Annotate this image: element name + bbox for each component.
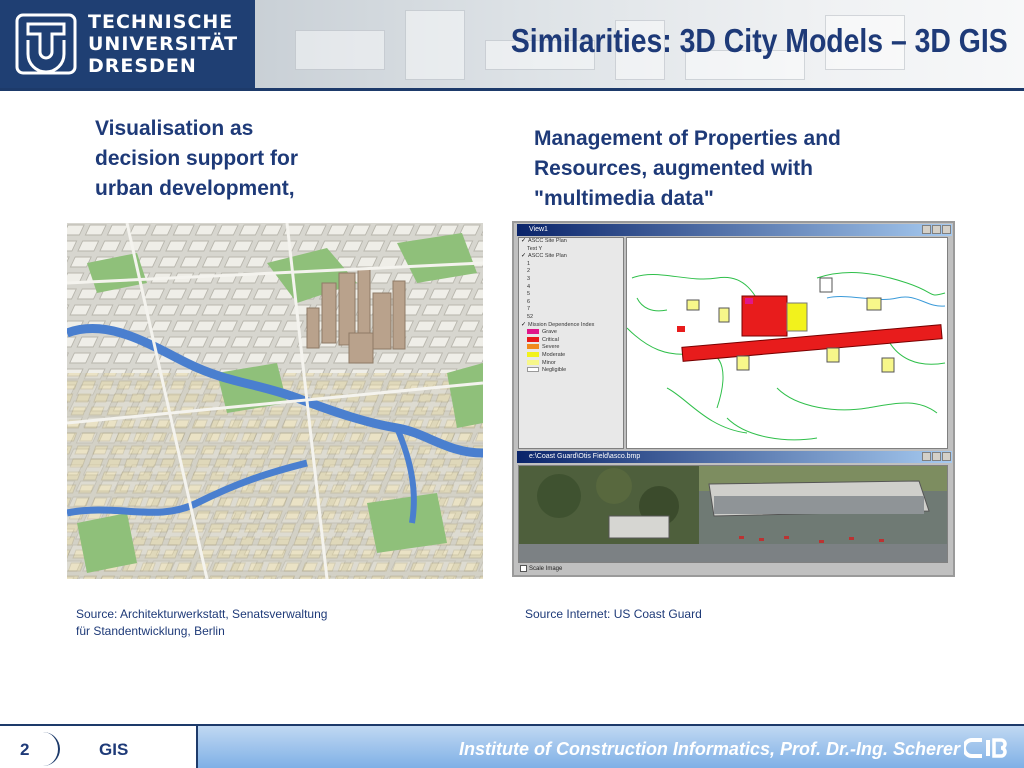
scale-image-checkbox[interactable]: Scale Image <box>520 565 562 572</box>
close-icon <box>942 225 951 234</box>
legend-item: Severe <box>519 344 623 352</box>
aerial-photo <box>518 465 948 563</box>
table-of-contents: ASCC Site Plan Text Y ASCC Site Plan 1 2… <box>518 237 624 449</box>
maximize-icon <box>932 452 941 461</box>
maximize-icon <box>932 225 941 234</box>
page-arc-decoration <box>36 732 60 766</box>
gis-screenshot: View1 ASCC Site Plan Text Y ASCC Site Pl… <box>512 221 955 577</box>
page-number: 2 <box>20 740 30 759</box>
toc-group-1: ASCC Site Plan <box>519 238 623 246</box>
footer: 2 GIS Institute of Construction Informat… <box>0 724 1024 768</box>
minimize-icon <box>922 452 931 461</box>
legend-item: Moderate <box>519 352 623 360</box>
footer-section-label: GIS <box>99 740 129 759</box>
toc-group-3: Mission Dependence Index <box>519 322 623 330</box>
site-plan-map <box>626 237 948 449</box>
left-heading: Visualisation as decision support for ur… <box>95 117 299 200</box>
right-heading: Management of Properties and Resources, … <box>534 127 841 210</box>
photo-window-titlebar: e:\Coast Guard\Otis Field\asco.bmp <box>517 451 952 463</box>
header: TECHNISCHE UNIVERSITÄT DRESDEN Similarit… <box>0 0 1024 91</box>
footer-right-panel: Institute of Construction Informatics, P… <box>198 726 1024 768</box>
tu-dresden-wordmark: TECHNISCHE UNIVERSITÄT DRESDEN <box>88 11 239 77</box>
tu-dresden-logo: TECHNISCHE UNIVERSITÄT DRESDEN <box>0 0 255 88</box>
view-window-titlebar: View1 <box>517 224 952 236</box>
institute-credit: Institute of Construction Informatics, P… <box>458 739 960 759</box>
minimize-icon <box>922 225 931 234</box>
legend-item: Critical <box>519 337 623 345</box>
city-model-image <box>67 223 483 579</box>
legend-item: Negligible <box>519 367 623 375</box>
page-title: Similarities: 3D City Models – 3D GIS <box>511 22 1008 59</box>
cib-logo-icon <box>964 738 1007 758</box>
toc-group-2: ASCC Site Plan <box>519 253 623 261</box>
footer-left-panel: 2 GIS <box>0 726 198 768</box>
tu-dresden-emblem-icon <box>15 13 77 75</box>
close-icon <box>942 452 951 461</box>
legend-item: Grave <box>519 329 623 337</box>
right-source: Source Internet: US Coast Guard <box>525 607 702 621</box>
legend-item: Minor <box>519 360 623 368</box>
header-divider <box>0 88 1024 91</box>
left-source: Source: Architekturwerkstatt, Senatsverw… <box>76 607 328 638</box>
